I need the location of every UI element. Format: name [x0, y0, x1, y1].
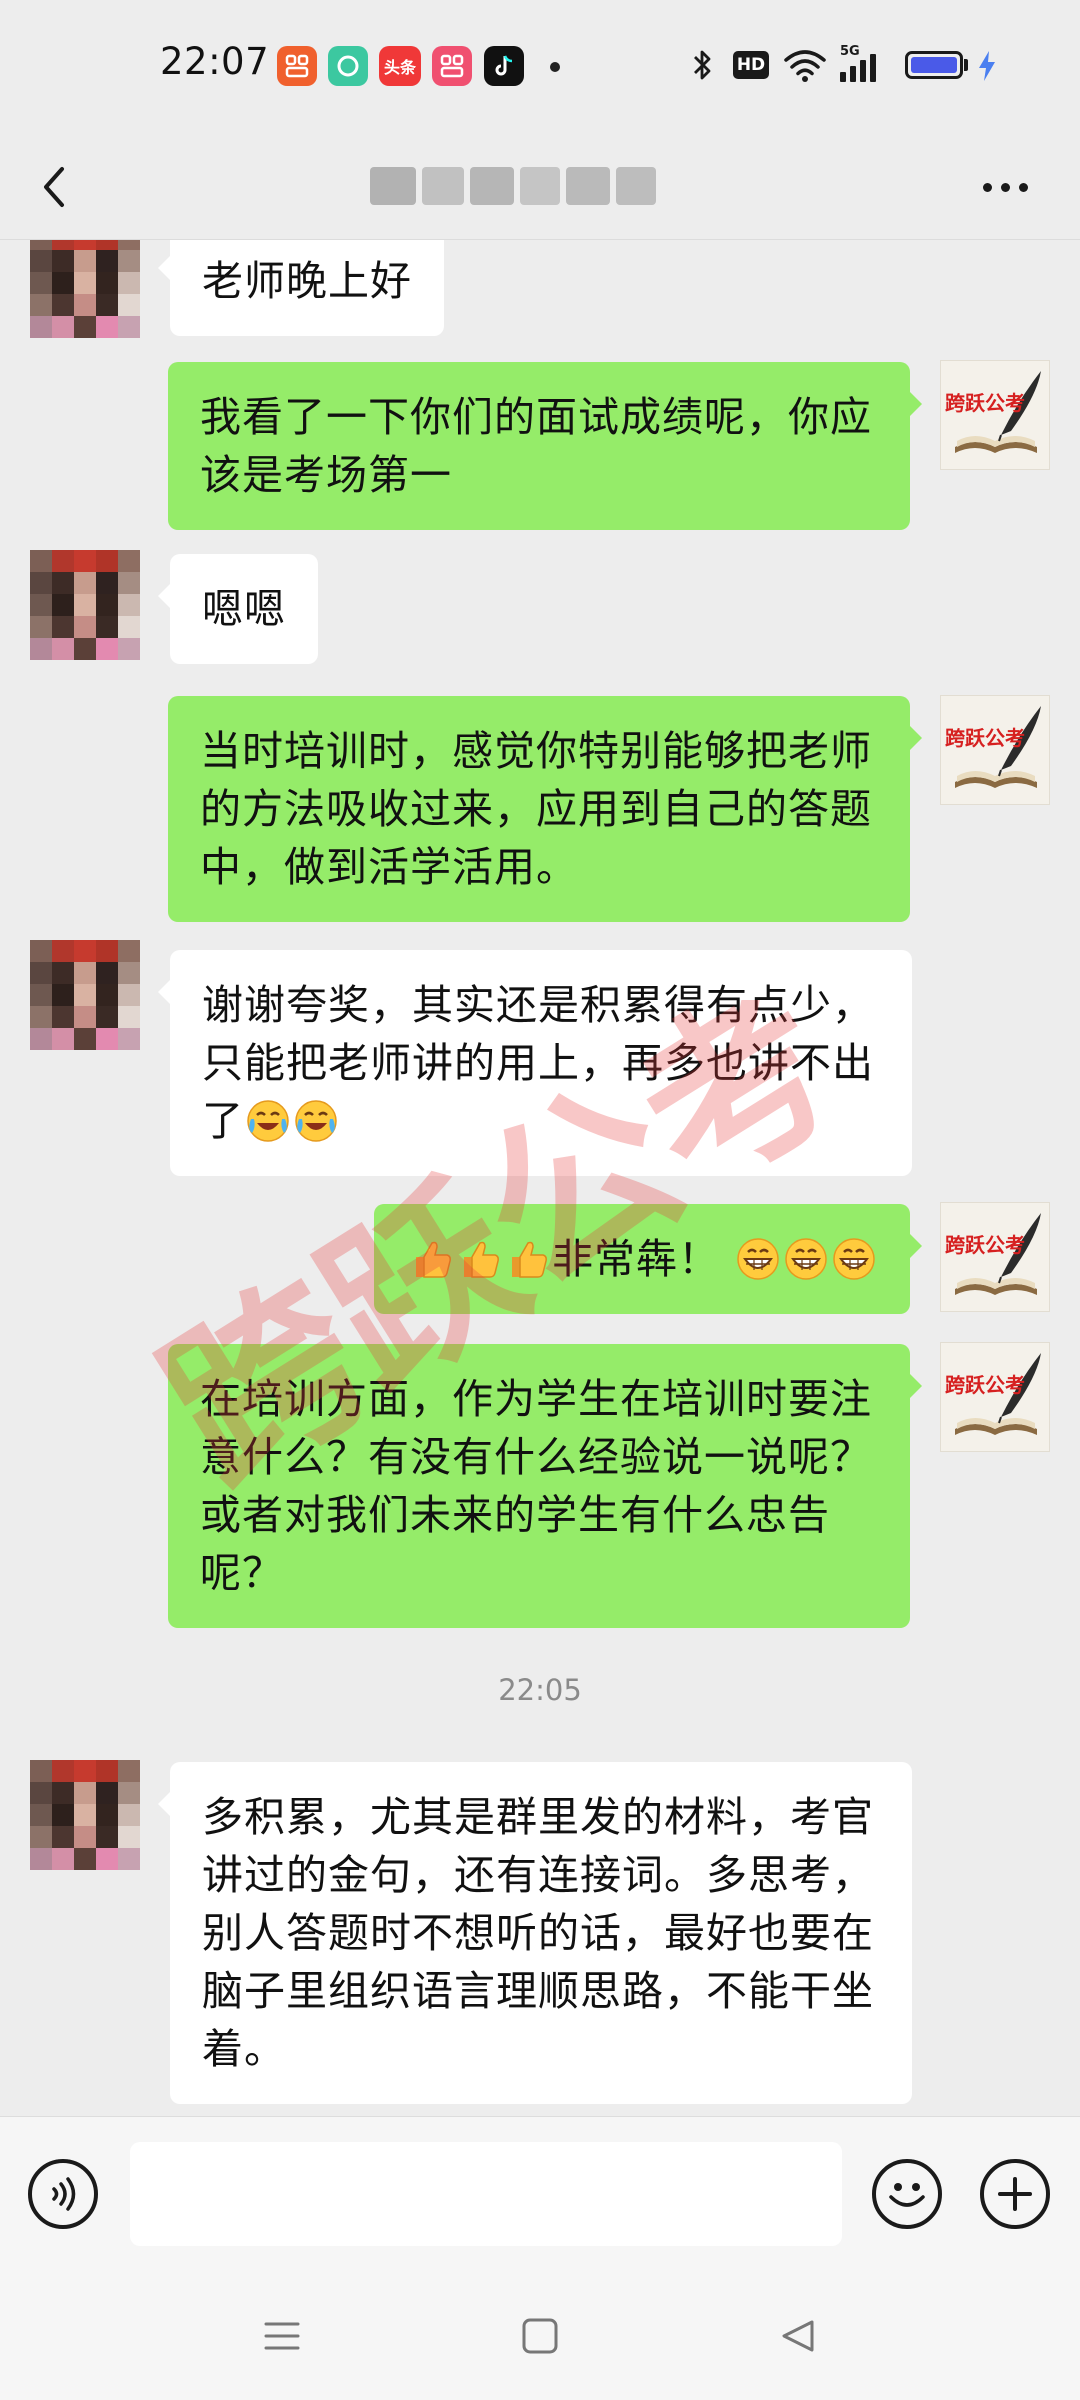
- thumbs-up-emoji: [415, 1241, 451, 1278]
- thumbs-up-emoji: [511, 1241, 547, 1278]
- message-bubble-incoming[interactable]: 多积累，尤其是群里发的材料，考官讲过的金句，还有连接词。多思考，别人答题时不想听…: [158, 1762, 912, 2104]
- chat-header: [0, 135, 1080, 240]
- toutiao-app-icon: 头条: [379, 46, 421, 86]
- plus-icon: [998, 2177, 1032, 2211]
- my-avatar[interactable]: 跨跃公考: [940, 1202, 1050, 1312]
- charging-bolt-icon: [979, 51, 995, 81]
- message-text: 嗯嗯: [202, 585, 286, 633]
- my-avatar[interactable]: 跨跃公考: [940, 360, 1050, 470]
- avatar-brand-text: 跨跃公考: [945, 726, 1025, 750]
- status-time: 22:07: [160, 40, 270, 83]
- more-options-button[interactable]: [970, 155, 1040, 219]
- blurred-title-block: [616, 167, 656, 205]
- battery-tip: [964, 59, 968, 71]
- plus-button[interactable]: [980, 2159, 1050, 2229]
- my-avatar[interactable]: 跨跃公考: [940, 695, 1050, 805]
- battery-fill: [911, 57, 957, 73]
- message-text: 在培训方面，作为学生在培训时要注意什么？有没有什么经验说一说呢？或者对我们未来的…: [200, 1375, 872, 1597]
- hd-badge: HD: [733, 51, 769, 79]
- chevron-left-icon: [44, 167, 64, 207]
- message-bubble-incoming[interactable]: 嗯嗯: [158, 554, 318, 664]
- grin-emoji: [784, 1237, 828, 1281]
- contact-avatar[interactable]: [30, 550, 140, 660]
- thumbs-up-emoji: [463, 1241, 499, 1278]
- contact-avatar[interactable]: [30, 240, 140, 338]
- blurred-title-block: [566, 167, 610, 205]
- chat-title: [370, 157, 690, 213]
- tiktok-icon: [484, 46, 524, 86]
- blurred-title-block: [520, 167, 560, 205]
- grin-emoji: [832, 1237, 876, 1281]
- message-timestamp: 22:05: [498, 1673, 582, 1707]
- more-dot: [982, 182, 992, 192]
- message-text: 我看了一下你们的面试成绩呢，你应该是考场第一: [200, 393, 872, 499]
- message-bubble-outgoing[interactable]: 在培训方面，作为学生在培训时要注意什么？有没有什么经验说一说呢？或者对我们未来的…: [168, 1344, 922, 1628]
- laugh-cry-emoji: [246, 1099, 290, 1143]
- avatar-brand-text: 跨跃公考: [945, 391, 1025, 415]
- voice-icon: [52, 2177, 76, 2211]
- blurred-title-block: [422, 167, 464, 205]
- back-triangle-icon[interactable]: [778, 2316, 818, 2356]
- message-bubble-incoming[interactable]: 老师晚上好: [158, 240, 444, 336]
- message-bubble-outgoing[interactable]: 非常犇！: [373, 1204, 923, 1314]
- message-text: 当时培训时，感觉你特别能够把老师的方法吸收过来，应用到自己的答题中，做到活学活用…: [200, 727, 872, 891]
- toutiao-app-label: 头条: [383, 58, 416, 77]
- message-bubble-outgoing[interactable]: 当时培训时，感觉你特别能够把老师的方法吸收过来，应用到自己的答题中，做到活学活用…: [168, 696, 922, 922]
- status-bar: 22:07 头条 HD 5G: [0, 0, 1080, 135]
- message-text: 老师晚上好: [202, 257, 412, 305]
- navigation-bar: [0, 2276, 1080, 2400]
- signal-icon: [840, 54, 876, 82]
- voice-button[interactable]: [28, 2159, 98, 2229]
- message-input[interactable]: [130, 2142, 842, 2246]
- menu-icon[interactable]: [262, 2316, 302, 2356]
- avatar-brand-text: 跨跃公考: [945, 1233, 1025, 1257]
- back-button[interactable]: [26, 155, 90, 219]
- message-bubble-outgoing[interactable]: 我看了一下你们的面试成绩呢，你应该是考场第一: [168, 362, 922, 530]
- blurred-title-block: [470, 167, 514, 205]
- message-bubble-incoming[interactable]: 谢谢夸奖，其实还是积累得有点少，只能把老师讲的用上，再多也讲不出了: [158, 950, 912, 1176]
- input-bar: [0, 2116, 1080, 2277]
- emoji-button[interactable]: [872, 2159, 942, 2229]
- message-text: 多积累，尤其是群里发的材料，考官讲过的金句，还有连接词。多思考，别人答题时不想听…: [202, 1793, 874, 2073]
- hd-label: HD: [736, 55, 766, 75]
- message-list[interactable]: 老师晚上好 跨跃公考 我看了一下你们的面试成绩呢，你应该是考场第一 嗯嗯 跨跃公…: [0, 240, 1080, 2116]
- home-icon[interactable]: [520, 2316, 560, 2356]
- my-avatar[interactable]: 跨跃公考: [940, 1342, 1050, 1452]
- app-icon-4: [432, 46, 472, 86]
- contact-avatar[interactable]: [30, 940, 140, 1050]
- app-icon-2: [328, 46, 368, 86]
- contact-avatar[interactable]: [30, 1760, 140, 1870]
- grin-emoji: [736, 1237, 780, 1281]
- more-dot: [1018, 182, 1028, 192]
- notification-dot: [550, 62, 560, 72]
- avatar-brand-text: 跨跃公考: [945, 1373, 1025, 1397]
- bluetooth-icon: [694, 50, 711, 80]
- blurred-title-block: [370, 167, 416, 205]
- battery-icon: [905, 51, 963, 79]
- emoji-icon: [889, 2183, 925, 2207]
- wifi-icon: [784, 50, 826, 82]
- app-icon-1: [277, 46, 317, 86]
- laugh-cry-emoji: [294, 1099, 338, 1143]
- more-dot: [1000, 182, 1010, 192]
- message-text: 非常犇！: [551, 1235, 720, 1283]
